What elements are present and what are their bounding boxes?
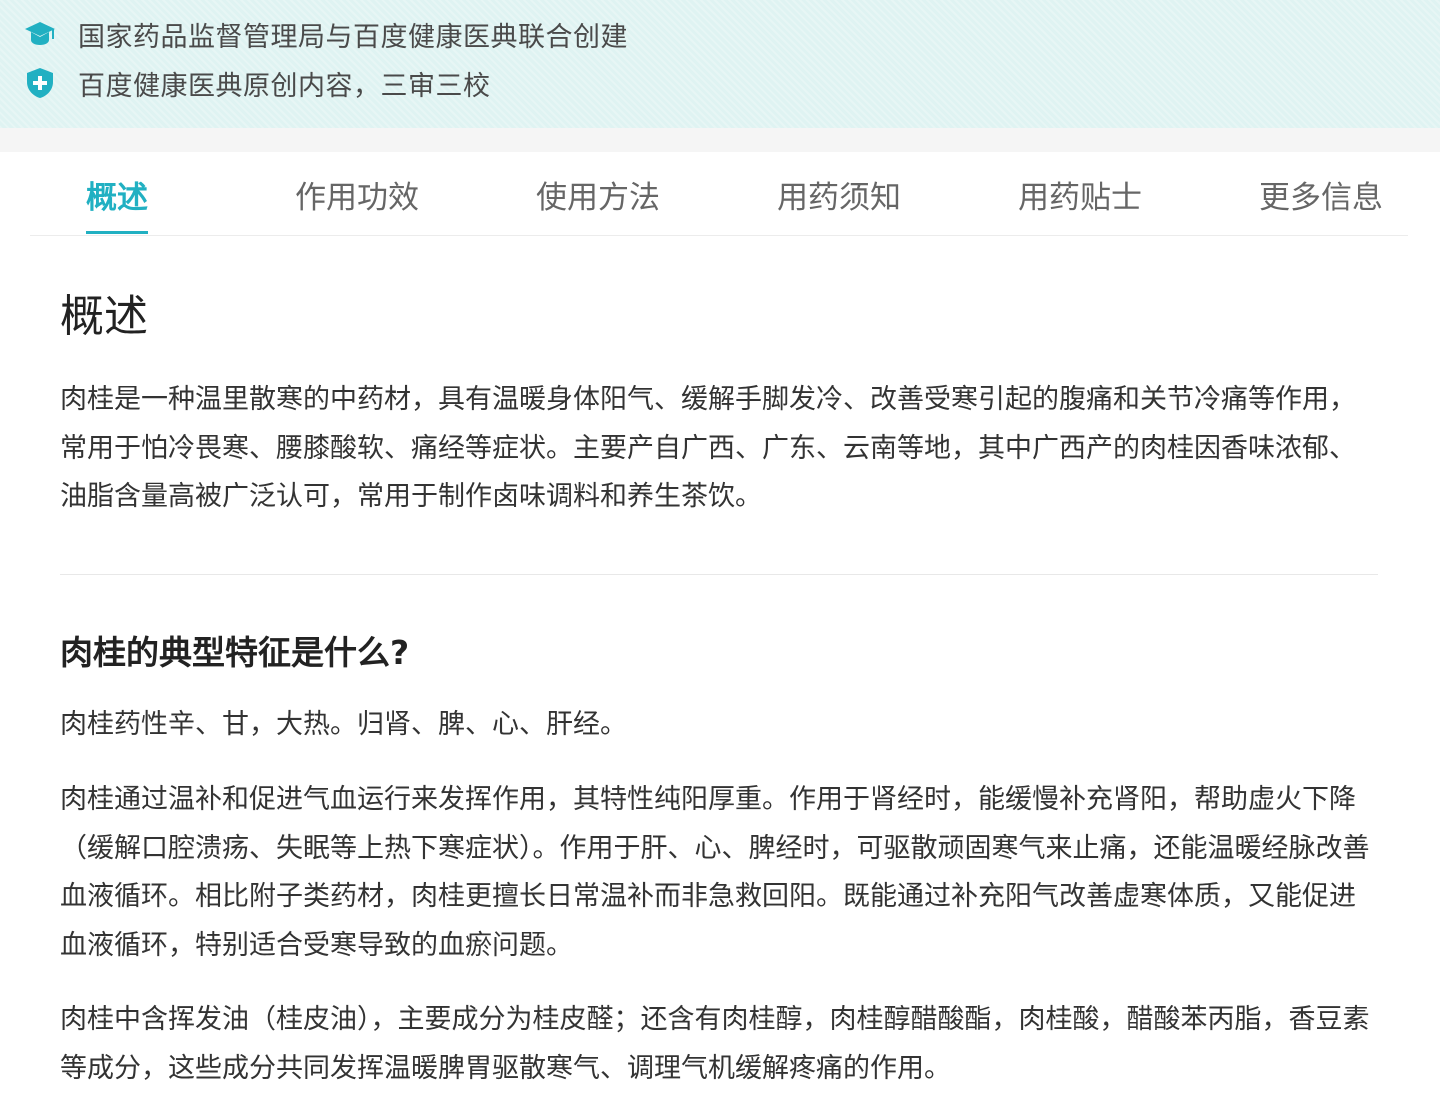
tab-overview[interactable]: 概述 (86, 172, 148, 234)
features-paragraph-3: 肉桂中含挥发油（桂皮油），主要成分为桂皮醛；还含有肉桂醇，肉桂醇醋酸酯，肉桂酸，… (60, 1004, 1370, 1084)
features-title: 肉桂的典型特征是什么? (60, 633, 410, 672)
tab-more-info[interactable]: 更多信息 (1259, 172, 1383, 234)
shield-plus-icon (24, 67, 56, 99)
section-gap (0, 128, 1440, 152)
overview-paragraph: 肉桂是一种温里散寒的中药材，具有温暖身体阳气、缓解手脚发冷、改善受寒引起的腹痛和… (60, 384, 1356, 512)
tab-effects[interactable]: 作用功效 (295, 172, 419, 234)
tab-bar: 概述 作用功效 使用方法 用药须知 用药贴士 更多信息 (30, 152, 1408, 236)
tab-usage[interactable]: 使用方法 (536, 172, 660, 234)
tab-tips[interactable]: 用药贴士 (1018, 172, 1142, 234)
overview-title: 概述 (60, 291, 148, 342)
section-divider (60, 574, 1378, 575)
banner-authority-text: 国家药品监督管理局与百度健康医典联合创建 (78, 21, 628, 53)
tab-precautions[interactable]: 用药须知 (777, 172, 901, 234)
banner-row-review: 百度健康医典原创内容，三审三校 (24, 63, 491, 103)
features-paragraph-2: 肉桂通过温补和促进气血运行来发挥作用，其特性纯阳厚重。作用于肾经时，能缓慢补充肾… (60, 784, 1370, 961)
banner-row-authority: 国家药品监督管理局与百度健康医典联合创建 (24, 14, 628, 54)
source-banner: 国家药品监督管理局与百度健康医典联合创建 百度健康医典原创内容，三审三校 (0, 0, 1440, 128)
features-paragraph-1: 肉桂药性辛、甘，大热。归肾、脾、心、肝经。 (60, 709, 627, 740)
graduation-cap-icon (24, 18, 56, 50)
banner-review-text: 百度健康医典原创内容，三审三校 (78, 70, 491, 102)
